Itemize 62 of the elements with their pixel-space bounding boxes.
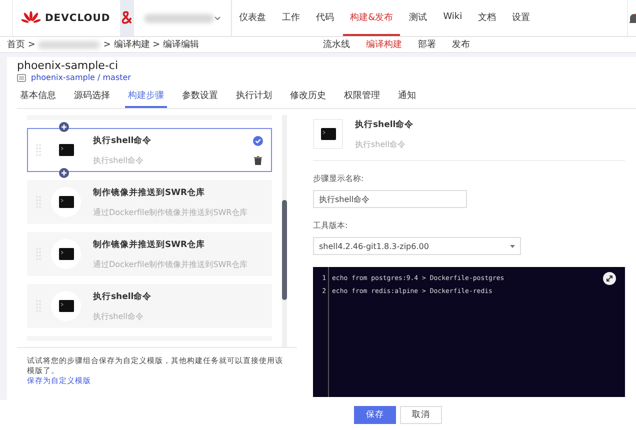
drag-handle-icon[interactable] xyxy=(36,248,41,260)
redacted-text xyxy=(38,40,100,48)
config-tab[interactable]: 参数设置 xyxy=(179,87,221,108)
nav-tab[interactable]: 测试 xyxy=(402,0,434,36)
nav-tab[interactable]: 仪表盘 xyxy=(232,0,274,36)
breadcrumb-home[interactable]: 首页 > xyxy=(7,38,36,51)
subnav-tab[interactable]: 发布 xyxy=(446,38,476,51)
redacted-text xyxy=(144,14,214,22)
terminal-icon xyxy=(313,119,343,149)
subnav-tab[interactable]: 流水线 xyxy=(317,38,356,51)
drag-handle-icon[interactable] xyxy=(36,144,41,156)
step-card[interactable]: 执行shell命令 执行shell命令 xyxy=(27,284,272,328)
subnav-tab[interactable]: 部署 xyxy=(412,38,442,51)
breadcrumb-path: > 编译构建 > 编译编辑 xyxy=(103,38,200,51)
brand-name: DEVCLOUD xyxy=(45,12,110,24)
field-label: 步骤显示名称: xyxy=(313,173,365,184)
step-description: 执行shell命令 xyxy=(93,154,145,166)
config-tab[interactable]: 执行计划 xyxy=(233,87,275,108)
drag-handle-icon[interactable] xyxy=(36,300,41,312)
expand-icon[interactable] xyxy=(603,272,616,285)
config-tab[interactable]: 源码选择 xyxy=(71,87,113,108)
step-name: 执行shell命令 xyxy=(93,290,153,302)
nav-tab[interactable]: Wiki xyxy=(436,0,470,36)
drag-handle-icon[interactable] xyxy=(36,196,41,208)
check-circle-icon xyxy=(253,136,263,146)
config-tab[interactable]: 权限管理 xyxy=(341,87,383,108)
nav-tab[interactable]: 工作 xyxy=(275,0,308,36)
step-card[interactable]: 制作镜像并推送到SWR仓库 通过Dockerfile制作镜像并推送到SWR仓库 xyxy=(27,180,272,224)
step-name: 执行shell命令 xyxy=(355,119,414,131)
nav-tab[interactable]: 设置 xyxy=(505,0,538,36)
step-name-input[interactable]: 执行shell命令 xyxy=(313,190,467,208)
nav-tab[interactable]: 代码 xyxy=(309,0,342,36)
repository-link[interactable]: phoenix-sample / master xyxy=(31,73,131,82)
terminal-icon xyxy=(51,187,81,217)
step-name: 制作镜像并推送到SWR仓库 xyxy=(93,186,206,198)
step-description: 通过Dockerfile制作镜像并推送到SWR仓库 xyxy=(93,258,249,270)
step-description: 执行shell命令 xyxy=(355,139,407,150)
step-description: 执行shell命令 xyxy=(93,310,145,322)
step-card[interactable]: 执行shell命令 执行shell命令 xyxy=(27,128,272,172)
terminal-icon xyxy=(51,291,81,321)
terminal-icon xyxy=(51,239,81,269)
nav-tab[interactable]: 文档 xyxy=(471,0,504,36)
job-title: phoenix-sample-ci xyxy=(17,59,120,72)
config-tab[interactable]: 基本信息 xyxy=(17,87,59,108)
cancel-button[interactable]: 取消 xyxy=(400,406,442,424)
subnav-tab[interactable]: 编译构建 xyxy=(360,38,408,51)
config-tab[interactable]: 构建步骤 xyxy=(125,87,167,108)
caret-icon xyxy=(214,16,222,20)
flower-logo-icon xyxy=(21,11,41,25)
repository-icon xyxy=(17,74,26,82)
config-tab[interactable]: 修改历史 xyxy=(287,87,329,108)
step-name: 执行shell命令 xyxy=(93,134,153,146)
caret-icon xyxy=(510,244,515,248)
scrollbar[interactable] xyxy=(282,200,287,300)
trash-icon[interactable] xyxy=(254,156,262,164)
config-tab[interactable]: 通知 xyxy=(395,87,419,108)
tool-version-dropdown[interactable]: shell4.2.46-git1.8.3-zip6.00 xyxy=(313,237,521,255)
field-label: 工具版本: xyxy=(313,220,349,231)
step-description: 通过Dockerfile制作镜像并推送到SWR仓库 xyxy=(93,206,249,218)
step-card[interactable]: 制作镜像并推送到SWR仓库 通过Dockerfile制作镜像并推送到SWR仓库 xyxy=(27,232,272,276)
step-name: 制作镜像并推送到SWR仓库 xyxy=(93,238,206,250)
save-button[interactable]: 保存 xyxy=(354,406,396,424)
